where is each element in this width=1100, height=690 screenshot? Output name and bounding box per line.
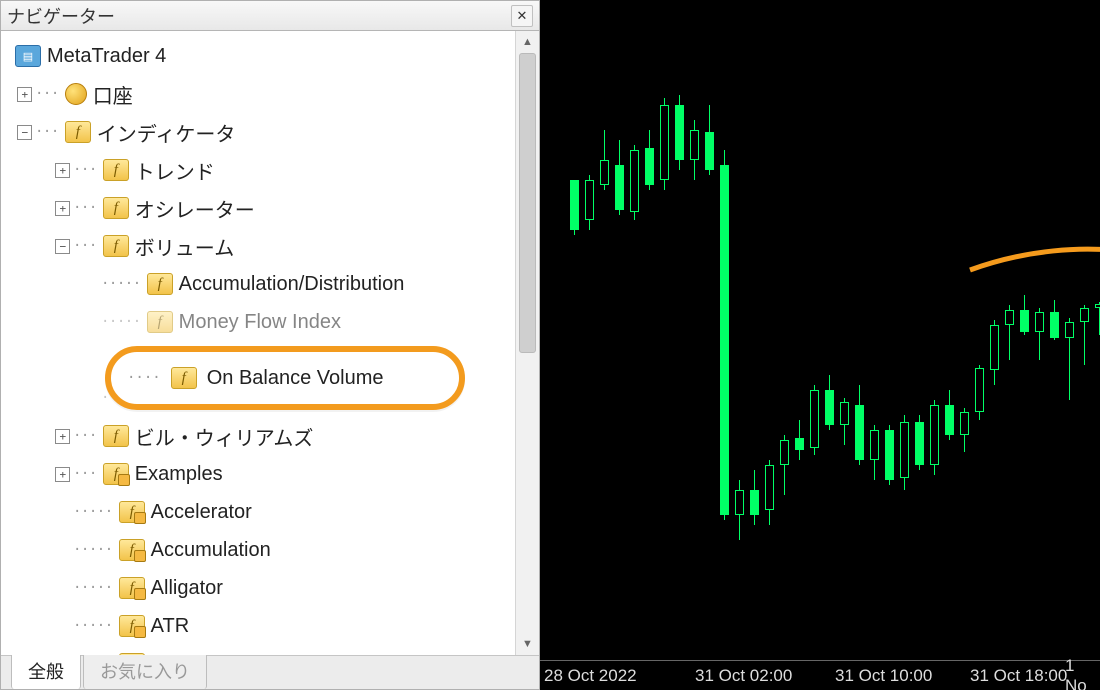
tree-bill-williams-label: ビル・ウィリアムズ	[135, 422, 314, 451]
x-tick: 31 Oct 18:00	[970, 666, 1067, 686]
tree-examples[interactable]: +··· f Examples	[5, 455, 535, 493]
tree-trend[interactable]: +··· f トレンド	[5, 151, 535, 189]
drag-arrow-icon	[960, 240, 1100, 360]
accounts-icon	[65, 83, 87, 105]
mt4-icon: ▤	[15, 45, 41, 67]
tree-volume-group[interactable]: −··· f ボリューム	[5, 227, 535, 265]
expand-icon[interactable]: +	[55, 201, 70, 216]
tree-accumulation[interactable]: ····· f Accumulation	[5, 531, 535, 569]
tree-awesome[interactable]: ····· f Awesome	[5, 645, 535, 655]
tree-awesome-label: Awesome	[151, 653, 238, 656]
navigator-tabs: 全般 お気に入り	[1, 655, 539, 689]
expand-icon[interactable]: +	[17, 87, 32, 102]
tree-scrollbar[interactable]: ▲ ▼	[515, 31, 539, 655]
script-f-icon: f	[119, 501, 145, 523]
tree-money-flow[interactable]: ····· f Money Flow Index	[5, 303, 535, 341]
expand-icon[interactable]: +	[55, 429, 70, 444]
indicator-f-icon: f	[147, 311, 173, 333]
navigator-title: ナビゲーター	[7, 3, 507, 29]
close-icon[interactable]: ✕	[511, 5, 533, 27]
x-tick: 31 Oct 02:00	[695, 666, 792, 686]
indicator-f-icon: f	[171, 367, 197, 389]
tree-alligator[interactable]: ····· f Alligator	[5, 569, 535, 607]
navigator-titlebar[interactable]: ナビゲーター ✕	[1, 1, 539, 31]
tree-accum-dist[interactable]: ····· f Accumulation/Distribution	[5, 265, 535, 303]
tree-oscillators[interactable]: +··· f オシレーター	[5, 189, 535, 227]
tree-accounts-label: 口座	[93, 80, 133, 109]
folder-f-icon: f	[103, 197, 129, 219]
tree-accelerator[interactable]: ····· f Accelerator	[5, 493, 535, 531]
tree-accelerator-label: Accelerator	[151, 501, 252, 524]
tree-accum-dist-label: Accumulation/Distribution	[179, 273, 405, 296]
script-f-icon: f	[119, 539, 145, 561]
tree-obv-highlighted[interactable]: ···· f On Balance Volume	[105, 346, 465, 410]
x-axis: 28 Oct 2022 31 Oct 02:00 31 Oct 10:00 31…	[540, 660, 1100, 690]
indicator-f-icon: f	[147, 273, 173, 295]
folder-f-icon: f	[65, 121, 91, 143]
tree-indicators-label: インディケータ	[97, 118, 236, 147]
tree-obv-label: On Balance Volume	[207, 367, 384, 390]
tree-alligator-label: Alligator	[151, 577, 223, 600]
tree-indicators[interactable]: −··· f インディケータ	[5, 113, 535, 151]
tree-accumulation-label: Accumulation	[151, 539, 271, 562]
tree-volume-group-label: ボリューム	[135, 232, 234, 261]
script-f-icon: f	[119, 653, 145, 655]
tree-accounts[interactable]: +··· 口座	[5, 75, 535, 113]
scroll-thumb[interactable]	[519, 53, 536, 353]
tree-atr[interactable]: ····· f ATR	[5, 607, 535, 645]
tab-general[interactable]: 全般	[11, 652, 81, 689]
x-tick: 28 Oct 2022	[544, 666, 637, 686]
chart-panel[interactable]: 28 Oct 2022 31 Oct 02:00 31 Oct 10:00 31…	[540, 0, 1100, 690]
script-f-icon: f	[119, 577, 145, 599]
tree-oscillators-label: オシレーター	[135, 194, 255, 223]
navigator-tree: ▤ MetaTrader 4 +··· 口座 −··· f インディケータ +·…	[1, 31, 539, 655]
tree-bill-williams[interactable]: +··· f ビル・ウィリアムズ	[5, 417, 535, 455]
tree-trend-label: トレンド	[135, 156, 215, 185]
tree-money-flow-label: Money Flow Index	[179, 311, 341, 334]
expand-icon[interactable]: +	[55, 467, 70, 482]
tree-atr-label: ATR	[151, 615, 190, 638]
folder-f-icon: f	[103, 235, 129, 257]
tree-examples-label: Examples	[135, 463, 223, 486]
tree-root[interactable]: ▤ MetaTrader 4	[5, 37, 535, 75]
x-tick: 1 No	[1065, 656, 1100, 690]
folder-f-icon: f	[103, 159, 129, 181]
scripts-folder-icon: f	[103, 463, 129, 485]
scroll-down-icon[interactable]: ▼	[516, 633, 539, 655]
navigator-panel: ナビゲーター ✕ ▤ MetaTrader 4 +··· 口座 −··· f イ…	[0, 0, 540, 690]
script-f-icon: f	[119, 615, 145, 637]
tab-favorites[interactable]: お気に入り	[83, 652, 207, 689]
collapse-icon[interactable]: −	[17, 125, 32, 140]
tree-root-label: MetaTrader 4	[47, 45, 166, 68]
collapse-icon[interactable]: −	[55, 239, 70, 254]
scroll-up-icon[interactable]: ▲	[516, 31, 539, 53]
x-tick: 31 Oct 10:00	[835, 666, 932, 686]
folder-f-icon: f	[103, 425, 129, 447]
expand-icon[interactable]: +	[55, 163, 70, 178]
